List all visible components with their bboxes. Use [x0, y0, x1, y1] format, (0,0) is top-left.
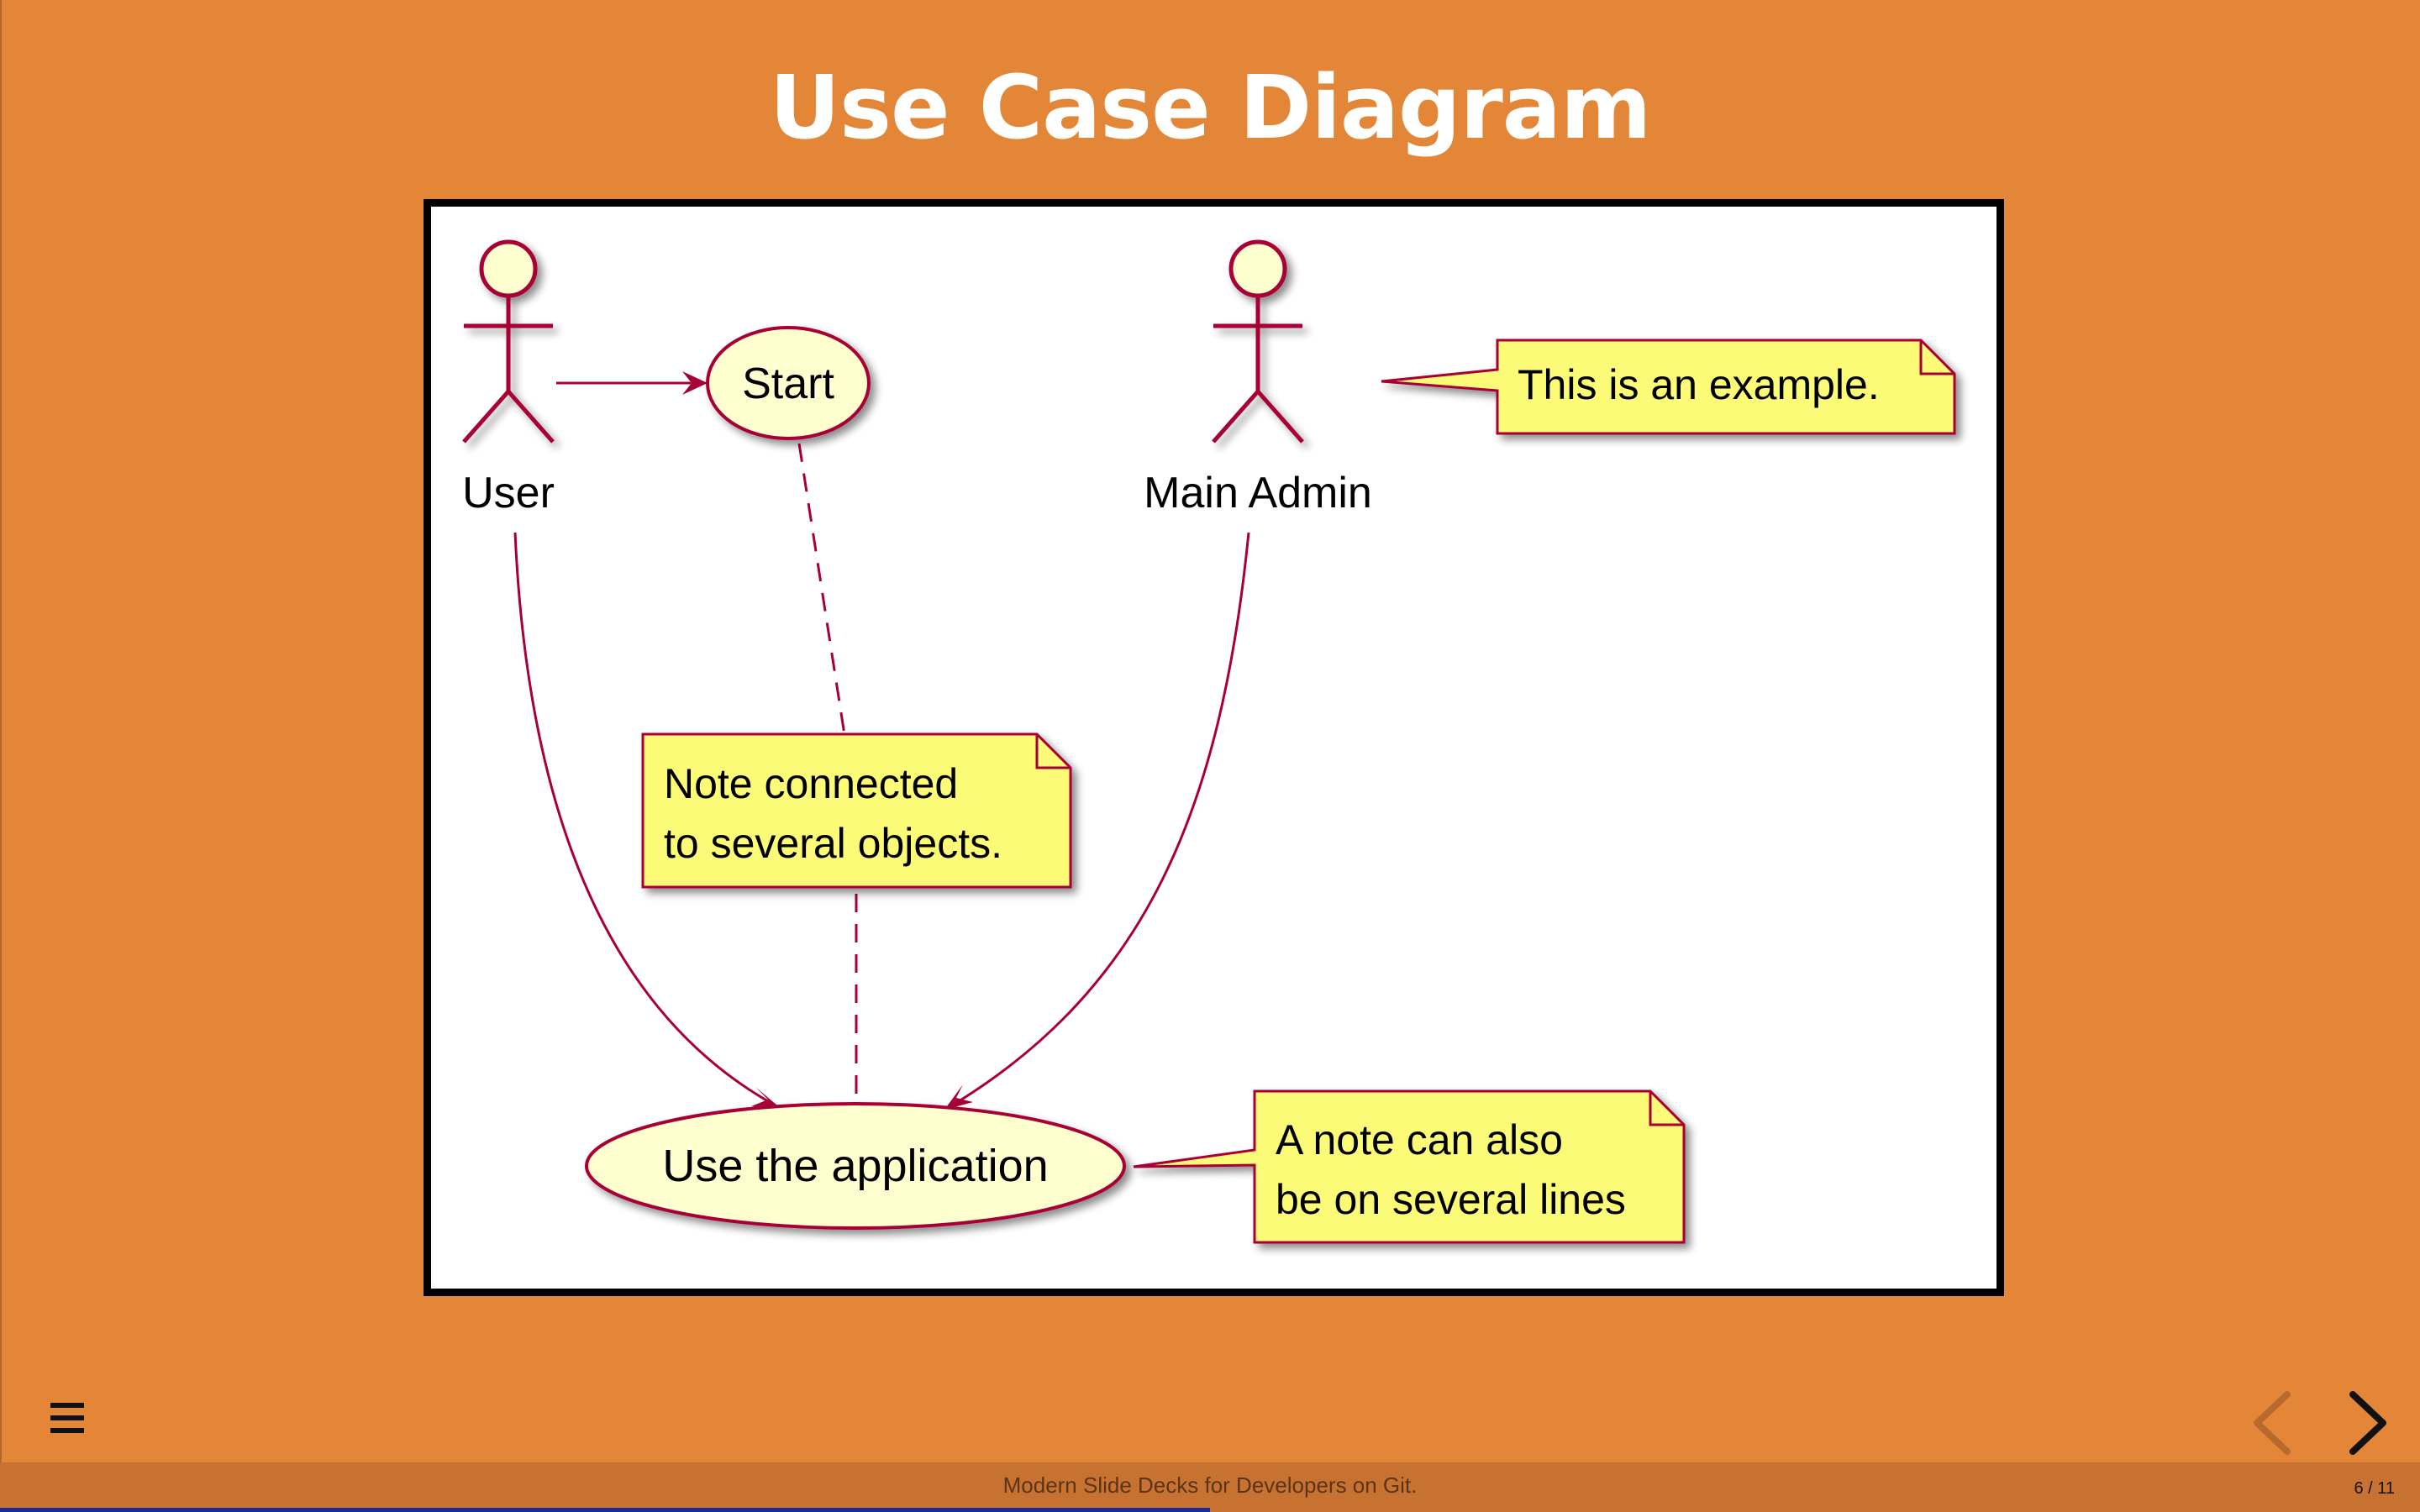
diagram-canvas: User Main Admin Start Use the applicatio… [462, 239, 1956, 1244]
note-example[interactable]: This is an example. [1381, 339, 1956, 435]
slide: Use Case Diagram User Main Admin Start U… [0, 0, 2420, 1512]
menu-button[interactable] [49, 1399, 86, 1436]
chevron-right-icon [2349, 1391, 2386, 1455]
use-case-diagram: User Main Admin Start Use the applicatio… [424, 199, 2004, 1296]
note-connected-several-objects[interactable]: Note connected to several objects. [641, 732, 1072, 889]
footer-text: Modern Slide Decks for Developers on Git… [1002, 1473, 1418, 1498]
note-several-lines-line-2: be on several lines [1276, 1176, 1626, 1223]
actor-main-admin-label: Main Admin [1144, 469, 1372, 517]
actor-user[interactable]: User [462, 239, 555, 517]
use-case-start-label: Start [742, 360, 834, 408]
user-to-start-arrow [556, 371, 708, 395]
progress-bar-fill [0, 1508, 1210, 1512]
slide-counter: 6 / 11 [2354, 1479, 2395, 1498]
slide-left-edge [0, 0, 2, 1512]
slide-title: Use Case Diagram [769, 56, 1652, 159]
chevron-left-icon [2254, 1391, 2291, 1455]
note-connected-line-1: Note connected [664, 760, 958, 807]
note-several-lines-line-1: A note can also [1276, 1116, 1563, 1163]
use-case-use-the-application[interactable]: Use the application [585, 1102, 1126, 1230]
actor-user-label: User [462, 469, 555, 517]
note-example-text: This is an example. [1518, 361, 1880, 408]
actor-main-admin[interactable]: Main Admin [1144, 239, 1372, 517]
note-several-lines[interactable]: A note can also be on several lines [1133, 1089, 1686, 1244]
progress-bar [0, 1508, 2420, 1512]
previous-slide-button[interactable] [2245, 1388, 2299, 1458]
use-case-use-the-application-label: Use the application [662, 1141, 1048, 1191]
next-slide-button[interactable] [2341, 1388, 2395, 1458]
use-case-start[interactable]: Start [706, 326, 871, 440]
note-connected-line-2: to several objects. [664, 820, 1002, 867]
